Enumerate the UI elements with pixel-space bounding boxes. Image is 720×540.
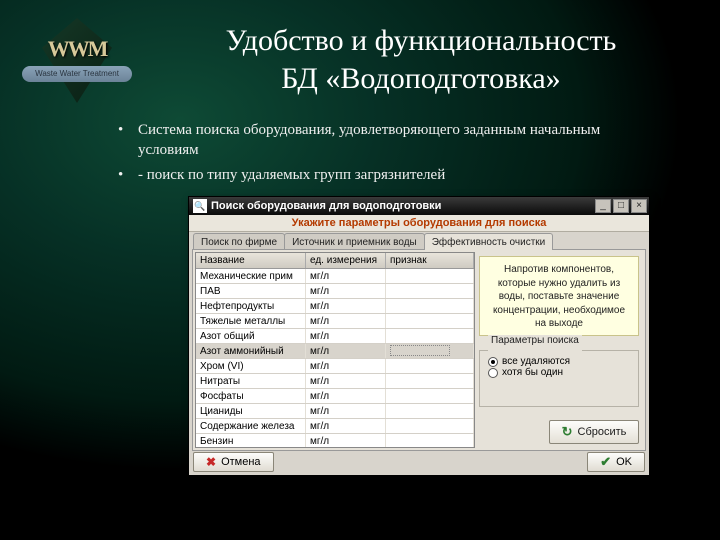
cell-name: Содержание железа [196, 419, 306, 433]
cell-value[interactable] [386, 404, 474, 418]
cell-value[interactable] [386, 284, 474, 298]
radio-all-removed[interactable]: все удаляются [488, 356, 630, 367]
pollutant-table[interactable]: Название ед. измерения признак Механичес… [195, 252, 475, 448]
cell-unit: мг/л [306, 284, 386, 298]
cell-unit: мг/л [306, 329, 386, 343]
table-row[interactable]: Содержание железамг/л [196, 419, 474, 434]
cell-name: Нефтепродукты [196, 299, 306, 313]
table-row[interactable]: Хром (VI)мг/л [196, 359, 474, 374]
search-window: 🔍 Поиск оборудования для водоподготовки … [188, 196, 650, 476]
app-icon: 🔍 [193, 199, 207, 213]
table-row[interactable]: Азот общиймг/л [196, 329, 474, 344]
table-row[interactable]: Нитратымг/л [196, 374, 474, 389]
bullet-list: Система поиска оборудования, удовлетворя… [118, 120, 660, 189]
cancel-button[interactable]: ✖ Отмена [193, 452, 274, 472]
slide-title-line2: БД «Водоподготовка» [281, 62, 560, 95]
radio-all-label: все удаляются [502, 356, 570, 367]
cell-unit: мг/л [306, 314, 386, 328]
table-row[interactable]: Механические приммг/л [196, 269, 474, 284]
slide-title: Удобство и функциональность БД «Водоподг… [150, 22, 692, 97]
search-params-group: Параметры поиска все удаляются хотя бы о… [479, 345, 639, 407]
cell-name: Азот общий [196, 329, 306, 343]
tab-panel: Название ед. измерения признак Механичес… [192, 249, 646, 451]
cell-unit: мг/л [306, 269, 386, 283]
cell-value[interactable] [386, 434, 474, 448]
col-name[interactable]: Название [196, 253, 306, 268]
reset-label: Сбросить [578, 426, 627, 438]
titlebar[interactable]: 🔍 Поиск оборудования для водоподготовки … [189, 197, 649, 215]
cell-value[interactable] [386, 269, 474, 283]
cell-value[interactable] [386, 314, 474, 328]
tab-bar: Поиск по фирмеИсточник и приемник водыЭф… [189, 232, 649, 250]
bullet-2: - поиск по типу удаляемых групп загрязни… [118, 165, 660, 185]
maximize-button[interactable]: □ [613, 199, 629, 213]
table-row[interactable]: Бензинмг/л [196, 434, 474, 448]
cell-name: Фосфаты [196, 389, 306, 403]
params-legend: Параметры поиска [488, 335, 582, 346]
cell-value[interactable] [386, 329, 474, 343]
table-row[interactable]: Цианидымг/л [196, 404, 474, 419]
cell-value[interactable] [386, 389, 474, 403]
cell-name: Тяжелые металлы [196, 314, 306, 328]
cell-unit: мг/л [306, 389, 386, 403]
cell-value[interactable] [386, 374, 474, 388]
close-button[interactable]: × [631, 199, 647, 213]
radio-one-label: хотя бы один [502, 367, 563, 378]
window-subheader: Укажите параметры оборудования для поиск… [189, 215, 649, 232]
table-row[interactable]: Тяжелые металлымг/л [196, 314, 474, 329]
refresh-icon: ↻ [562, 424, 573, 440]
radio-at-least-one[interactable]: хотя бы один [488, 367, 630, 378]
cell-name: ПАВ [196, 284, 306, 298]
minimize-button[interactable]: _ [595, 199, 611, 213]
window-title: Поиск оборудования для водоподготовки [211, 200, 595, 212]
cell-name: Нитраты [196, 374, 306, 388]
table-row[interactable]: ПАВмг/л [196, 284, 474, 299]
cell-name: Цианиды [196, 404, 306, 418]
cell-name: Бензин [196, 434, 306, 448]
col-unit[interactable]: ед. измерения [306, 253, 386, 268]
ok-label: OK [616, 456, 632, 468]
hint-box: Напротив компонентов, которые нужно удал… [479, 256, 639, 336]
tab-2[interactable]: Эффективность очистки [424, 233, 554, 250]
ok-button[interactable]: ✔ OK [587, 452, 645, 472]
table-row[interactable]: Фосфатымг/л [196, 389, 474, 404]
table-row[interactable]: Азот аммонийныймг/л [196, 344, 474, 359]
logo-monogram: WWM [22, 36, 132, 62]
cancel-icon: ✖ [206, 455, 216, 469]
bullet-1: Система поиска оборудования, удовлетворя… [118, 120, 660, 161]
cell-value[interactable] [386, 419, 474, 433]
logo: WWM Waste Water Treatment [22, 18, 132, 103]
table-header: Название ед. измерения признак [196, 253, 474, 269]
cell-name: Азот аммонийный [196, 344, 306, 358]
cell-name: Механические прим [196, 269, 306, 283]
reset-button[interactable]: ↻ Сбросить [549, 420, 639, 444]
cell-unit: мг/л [306, 419, 386, 433]
cell-unit: мг/л [306, 374, 386, 388]
ok-icon: ✔ [600, 454, 611, 470]
slide-title-line1: Удобство и функциональность [226, 24, 617, 57]
cell-unit: мг/л [306, 434, 386, 448]
table-row[interactable]: Нефтепродуктымг/л [196, 299, 474, 314]
cell-value[interactable] [386, 344, 474, 358]
logo-ribbon: Waste Water Treatment [22, 66, 132, 82]
table-body: Механические приммг/лПАВмг/лНефтепродукт… [196, 269, 474, 448]
cell-name: Хром (VI) [196, 359, 306, 373]
cell-unit: мг/л [306, 344, 386, 358]
tab-1[interactable]: Источник и приемник воды [284, 233, 425, 250]
button-bar: ✖ Отмена ✔ OK [193, 452, 645, 472]
radio-icon [488, 368, 498, 378]
cell-unit: мг/л [306, 359, 386, 373]
cell-value[interactable] [386, 359, 474, 373]
cell-unit: мг/л [306, 404, 386, 418]
cell-value[interactable] [386, 299, 474, 313]
radio-icon [488, 357, 498, 367]
col-flag[interactable]: признак [386, 253, 474, 268]
cancel-label: Отмена [221, 456, 260, 468]
tab-0[interactable]: Поиск по фирме [193, 233, 285, 250]
cell-unit: мг/л [306, 299, 386, 313]
